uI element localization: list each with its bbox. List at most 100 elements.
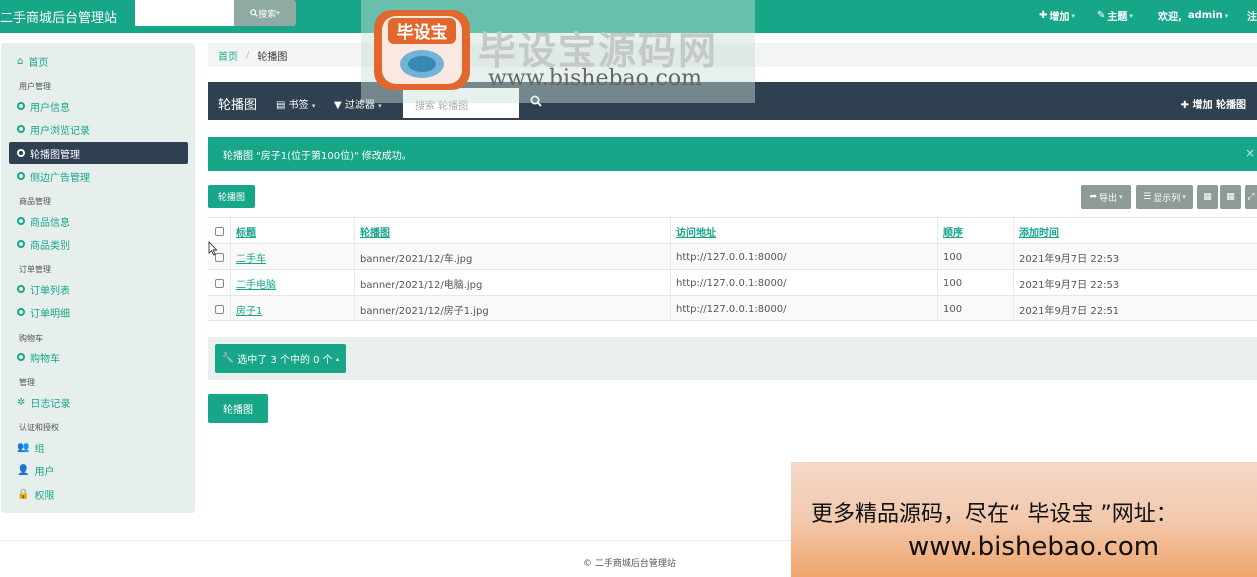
sidebar-item-order-list[interactable]: 订单列表 — [9, 278, 188, 300]
cell-image: banner/2021/12/车.jpg — [354, 244, 670, 270]
export-button[interactable]: ➦ 导出 ▾ — [1081, 185, 1131, 209]
theme-menu-label: 主题 — [1107, 12, 1128, 23]
cell-title: 房子1 — [230, 296, 354, 322]
close-icon[interactable]: × — [1245, 146, 1255, 160]
table-view-button[interactable]: ▦ — [1220, 185, 1241, 209]
circle-icon — [17, 240, 25, 248]
filter-icon: ▼ — [334, 100, 342, 111]
promo-banner: 更多精品源码，尽在“ 毕设宝 ”网址： www.bishebao.com — [791, 462, 1257, 577]
column-header-image[interactable]: 轮播图 — [354, 218, 670, 244]
banner-bottom-button[interactable]: 轮播图 — [208, 394, 268, 423]
breadcrumb-current: 轮播图 — [257, 51, 288, 63]
sidebar-group-title: 管理 — [19, 378, 35, 387]
sidebar-item-cart[interactable]: 购物车 — [9, 346, 188, 368]
brush-icon: ✎ — [1097, 10, 1106, 21]
user-menu[interactable]: 欢迎, admin ▾ — [1158, 8, 1228, 23]
circle-icon — [17, 308, 25, 316]
sidebar-item-browse-history[interactable]: 用户浏览记录 — [9, 118, 188, 140]
grid-view-button[interactable]: ▦ — [1197, 185, 1218, 209]
cell-order: 100 — [937, 270, 1013, 296]
cell-url: http://127.0.0.1:8000/ — [670, 270, 937, 296]
share-icon: ➦ — [1089, 192, 1097, 202]
cell-image: banner/2021/12/电脑.jpg — [354, 270, 670, 296]
sidebar-item-banner[interactable]: 轮播图管理 — [9, 142, 188, 164]
banner-action-button[interactable]: 轮播图 — [208, 185, 255, 208]
sidebar-item-goods-category[interactable]: 商品类别 — [9, 233, 188, 255]
cell-image: banner/2021/12/房子1.jpg — [354, 296, 670, 322]
sidebar-item-goods-info[interactable]: 商品信息 — [9, 210, 188, 232]
select-all-checkbox[interactable] — [214, 226, 224, 236]
table-row: 二手电脑 banner/2021/12/电脑.jpg http://127.0.… — [208, 269, 1257, 296]
circle-icon — [17, 217, 25, 225]
row-title-link[interactable]: 二手电脑 — [236, 276, 276, 291]
bulk-actions-button[interactable]: 🔧 选中了 3 个中的 0 个 ▴ — [215, 344, 346, 373]
bulk-actions-label: 选中了 3 个中的 0 个 — [237, 355, 333, 366]
breadcrumb-separator: / — [246, 49, 250, 61]
add-banner-link[interactable]: ✚ 增加 轮播图 — [1181, 96, 1246, 111]
row-title-link[interactable]: 二手车 — [236, 250, 266, 265]
sidebar-item-label: 组 — [34, 443, 45, 455]
chevron-down-icon: ▾ — [1119, 193, 1123, 201]
welcome-text: 欢迎, — [1158, 12, 1182, 23]
column-header-order[interactable]: 顺序 — [937, 218, 1013, 244]
sidebar-item-user-info[interactable]: 用户信息 — [9, 95, 188, 117]
chevron-down-icon: ▾ — [1182, 193, 1186, 201]
list-icon: ☰ — [1143, 192, 1152, 202]
sidebar-item-label: 用户 — [34, 466, 55, 478]
sidebar-item-label: 日志记录 — [30, 398, 71, 410]
row-checkbox[interactable] — [214, 304, 224, 314]
sidebar-item-label: 订单列表 — [30, 285, 70, 297]
circle-icon — [17, 353, 25, 361]
logout-link[interactable]: 注 — [1247, 8, 1257, 23]
sidebar-item-label: 轮播图管理 — [30, 149, 80, 161]
sidebar-item-home[interactable]: ⌂ 首页 — [9, 50, 188, 72]
column-header-url[interactable]: 访问地址 — [670, 218, 937, 244]
columns-button[interactable]: ☰ 显示列 ▾ — [1136, 185, 1193, 209]
theme-menu[interactable]: ✎ 主题 ▾ — [1097, 8, 1133, 23]
column-header-time[interactable]: 添加时间 — [1013, 218, 1257, 244]
column-header-title[interactable]: 标题 — [230, 218, 354, 244]
sidebar-item-groups[interactable]: 👥 组 — [9, 436, 188, 458]
circle-icon — [17, 172, 25, 180]
sidebar-item-label: 用户浏览记录 — [30, 125, 90, 137]
alert-message: 轮播图 "房子1(位于第100位)" 修改成功。 — [223, 150, 412, 162]
row-select-cell — [208, 296, 230, 322]
breadcrumb-home[interactable]: 首页 — [218, 48, 238, 63]
sidebar-item-logs[interactable]: ✲ 日志记录 — [9, 391, 188, 413]
watermark-logo: 毕设宝 — [374, 10, 470, 90]
sidebar-item-label: 首页 — [28, 57, 49, 69]
row-title-link[interactable]: 房子1 — [236, 302, 262, 317]
bookmarks-menu[interactable]: ▤ 书签 ▾ — [276, 96, 315, 111]
add-menu[interactable]: ✚ 增加 ▾ — [1039, 8, 1075, 23]
cell-title: 二手电脑 — [230, 270, 354, 296]
table-header-row: 标题 轮播图 访问地址 顺序 添加时间 — [208, 217, 1257, 244]
sidebar-item-side-ads[interactable]: 侧边广告管理 — [9, 165, 188, 187]
chevron-down-icon: ▾ — [276, 9, 280, 17]
bookmarks-label: 书签 — [288, 100, 309, 111]
brand-title[interactable]: 二手商城后台管理站 — [0, 7, 117, 26]
sidebar-item-label: 订单明细 — [30, 308, 70, 320]
user-icon: 👤 — [17, 464, 30, 476]
circle-icon — [17, 285, 25, 293]
sidebar-group-title: 用户管理 — [19, 82, 51, 91]
circle-icon — [17, 149, 25, 157]
row-checkbox[interactable] — [214, 278, 224, 288]
table-row: 房子1 banner/2021/12/房子1.jpg http://127.0.… — [208, 295, 1257, 322]
sidebar-group-title: 商品管理 — [19, 197, 51, 206]
sidebar-item-users[interactable]: 👤 用户 — [9, 459, 188, 481]
chevron-down-icon: ▾ — [1071, 11, 1075, 20]
sidebar: ⌂ 首页 用户管理 用户信息 用户浏览记录 轮播图管理 侧边广告管理 商品管理 … — [1, 43, 195, 513]
sidebar-item-order-detail[interactable]: 订单明细 — [9, 301, 188, 323]
page-title: 轮播图 — [218, 98, 258, 113]
columns-label: 显示列 — [1153, 193, 1181, 204]
book-icon: ▤ — [276, 100, 286, 111]
sidebar-item-permissions[interactable]: 🔒 权限 — [9, 483, 188, 505]
top-search-button[interactable]: 搜索 ▾ — [234, 0, 296, 26]
add-menu-label: 增加 — [1049, 12, 1070, 23]
top-search-input[interactable] — [135, 0, 234, 26]
fullscreen-button[interactable]: ⤢ — [1245, 185, 1257, 209]
chevron-down-icon: ▾ — [1129, 11, 1133, 20]
lock-icon: 🔒 — [17, 488, 30, 500]
wrench-icon: 🔧 — [221, 353, 235, 364]
chevron-up-icon: ▴ — [335, 354, 340, 363]
